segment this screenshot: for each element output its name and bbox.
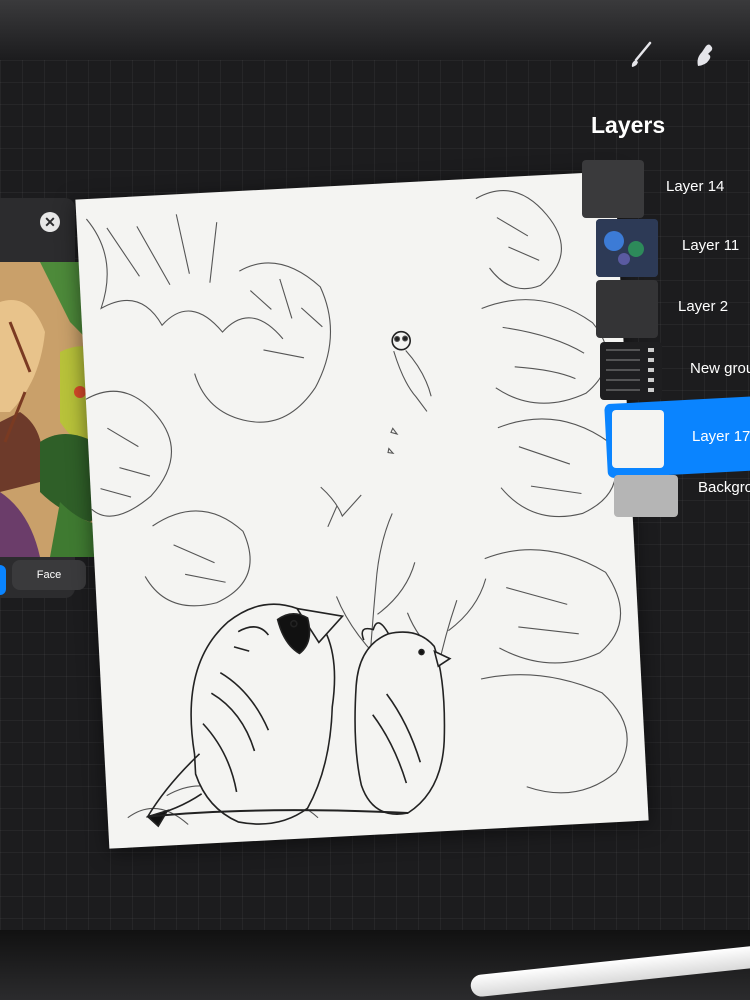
layer-item-selected[interactable]: Layer 17 [612,410,750,468]
layer-label: Layer 11 [682,237,740,254]
layer-item[interactable]: Layer 2 [596,280,750,338]
face-button[interactable]: Face [12,560,86,590]
layer-item[interactable]: Layer 11 [596,219,750,277]
layers-panel-title: Layers [591,112,666,138]
layer-thumbnail [596,280,658,338]
layer-label: Layer 2 [678,298,729,315]
layer-thumbnail [596,219,658,277]
layer-label: Layer 14 [666,178,725,195]
reference-mode-button[interactable] [0,565,6,595]
top-toolbar [0,0,750,67]
layer-item[interactable]: Layer 14 [582,160,750,218]
drawing-canvas[interactable] [75,171,649,849]
group-thumbnail [600,342,662,400]
layer-item[interactable]: Backgro [614,475,750,533]
layer-thumbnail [612,410,664,468]
layer-item[interactable]: New grou [600,342,750,400]
background-color-swatch [614,475,678,517]
layer-label: Backgro [698,479,750,496]
smudge-icon[interactable] [690,40,720,70]
layer-thumbnail [582,160,644,218]
line-art [85,190,628,828]
layer-label: Layer 17 [692,428,750,445]
layer-label: New grou [690,360,750,377]
brush-icon[interactable] [626,40,656,70]
close-icon[interactable]: ✕ [40,212,60,232]
